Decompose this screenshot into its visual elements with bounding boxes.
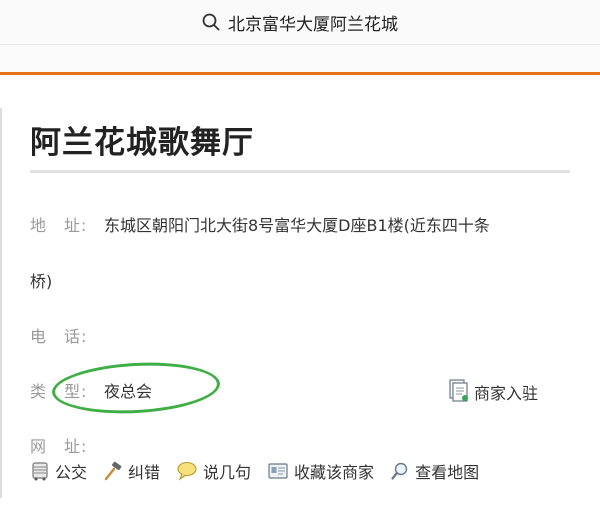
bus-label: 公交 [55,463,88,482]
favorite-merchant-link[interactable]: 收藏该商家 [267,459,374,483]
report-error-label: 纠错 [128,463,161,482]
venue-title: 阿兰花城歌舞厅 [30,125,254,161]
favorite-merchant-label: 收藏该商家 [294,463,375,482]
comment-label: 说几句 [203,463,252,482]
search-field[interactable]: 北京富华大厦阿兰花城 [202,10,398,35]
speech-bubble-icon [176,461,198,481]
panel-left-border [0,108,2,498]
address-value-line1: 东城区朝阳门北大街8号富华大厦D座B1楼(近东四十条 [104,216,490,235]
merchant-join-button[interactable]: 商家入驻 [448,378,538,406]
website-label: 网 址: [30,437,88,456]
spacer [0,45,600,72]
comment-link[interactable]: 说几句 [176,459,251,483]
view-map-link[interactable]: 查看地图 [390,459,479,483]
bookmark-card-icon [267,461,289,481]
search-query-text: 北京富华大厦阿兰花城 [228,14,398,35]
address-value-line2: 桥) [30,272,53,291]
report-error-link[interactable]: 纠错 [103,459,160,483]
action-bar: 公交 纠错 说几句 收藏该商家 查看地图 [30,459,495,483]
view-map-label: 查看地图 [415,463,480,482]
address-label: 地 址: [30,216,88,235]
bus-link[interactable]: 公交 [30,459,87,483]
title-divider [30,170,570,173]
top-search-bar[interactable]: 北京富华大厦阿兰花城 [0,0,600,44]
magnifier-icon [390,461,410,481]
phone-label: 电 话: [30,327,88,346]
bus-icon [30,461,50,481]
merchant-document-icon [448,378,470,406]
merchant-join-label: 商家入驻 [474,384,539,403]
hammer-icon [103,461,123,481]
search-icon [202,13,220,31]
